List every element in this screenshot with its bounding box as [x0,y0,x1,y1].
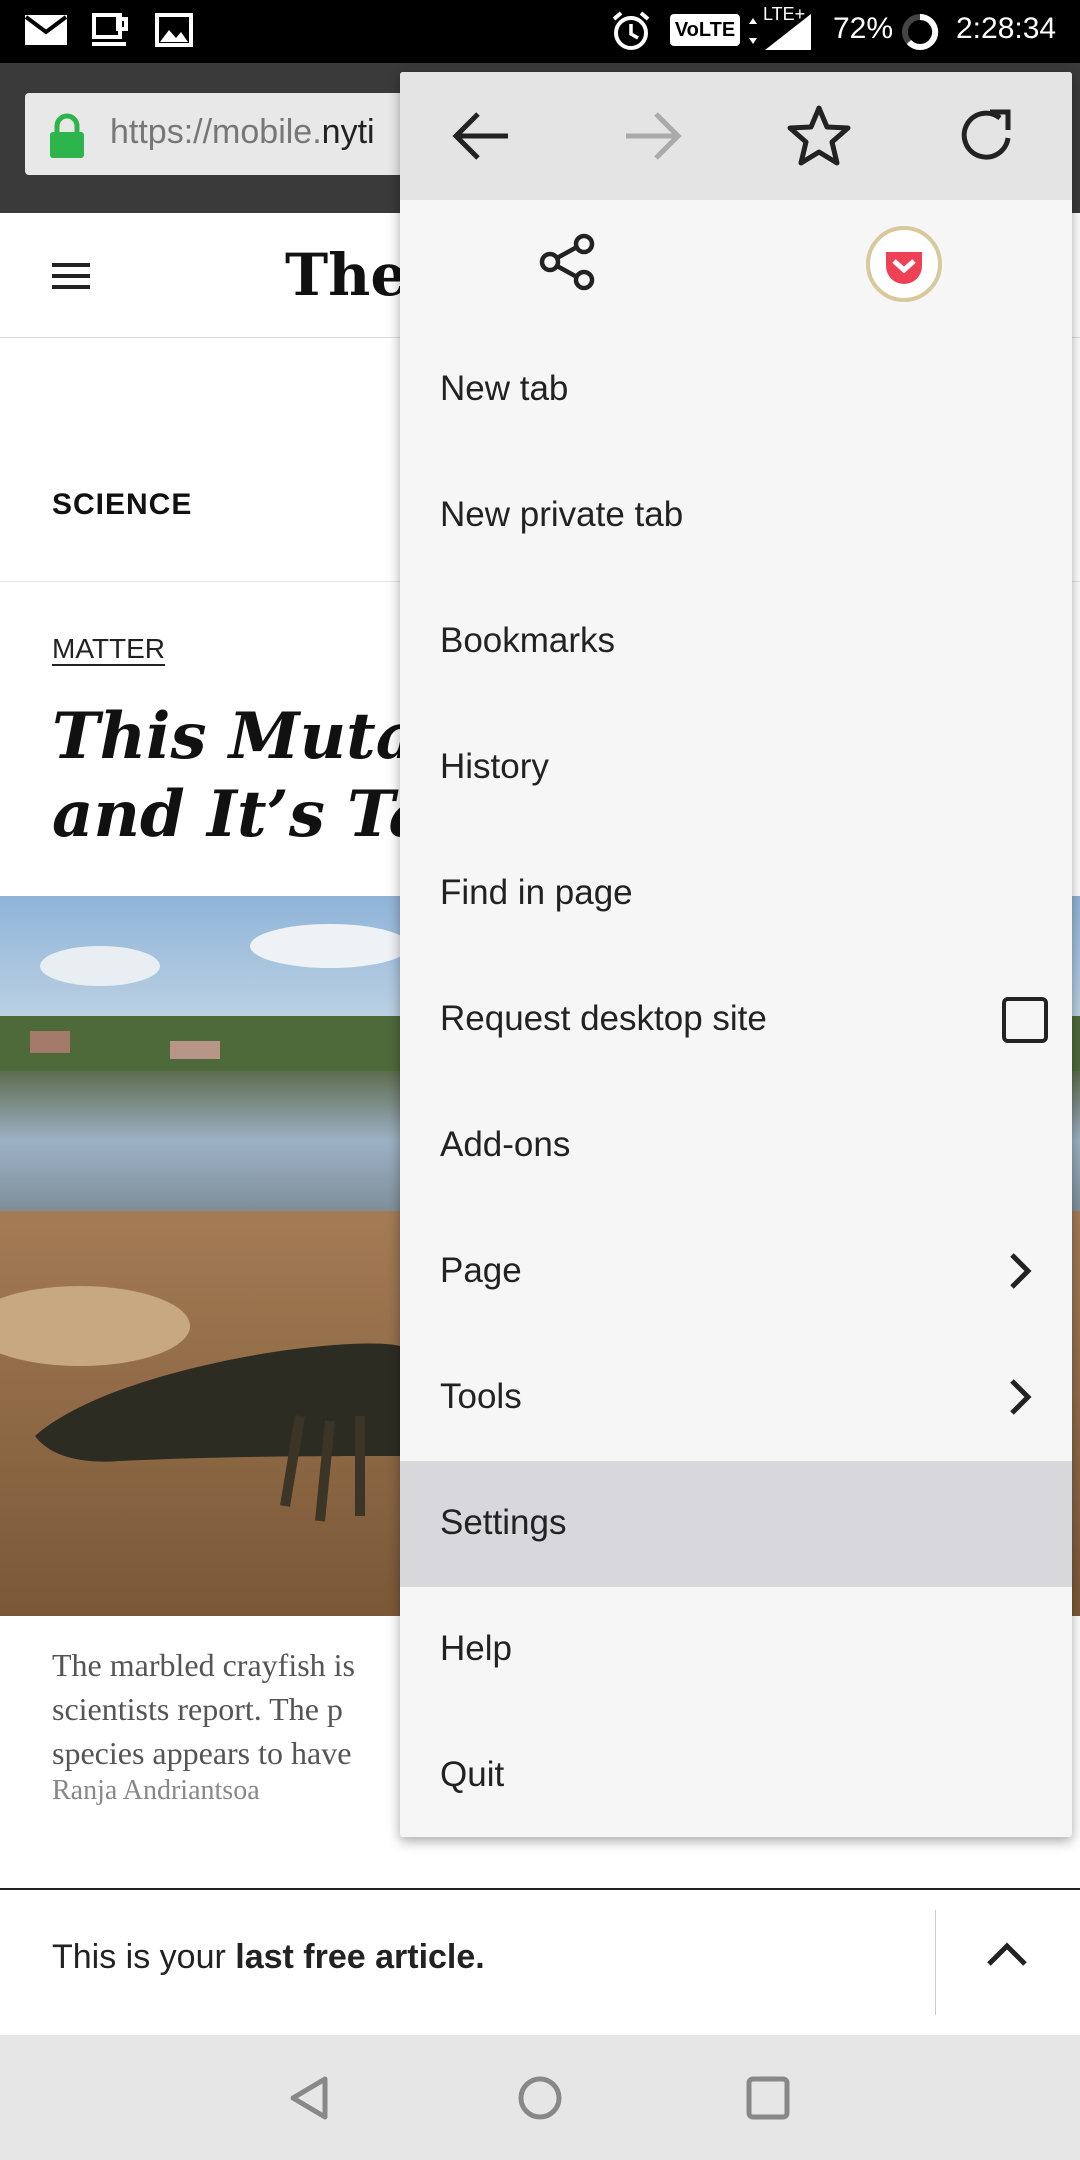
menu-item-label: Add-ons [440,1125,571,1164]
url-bar[interactable]: https://mobile.nyti [25,93,465,175]
browser-overflow-menu: New tab New private tab Bookmarks Histor… [400,72,1072,1837]
article-kicker[interactable]: MATTER [52,633,165,665]
chevron-right-icon [1010,1379,1032,1415]
menu-item-label: History [440,747,549,786]
menu-item-request-desktop-site[interactable]: Request desktop site [400,957,1072,1083]
menu-item-label: Settings [440,1503,567,1542]
clock: 2:28:34 [956,12,1057,45]
menu-item-label: Help [440,1629,512,1668]
photo-credit: Ranja Andriantsoa [52,1775,260,1806]
system-nav-bar [0,2035,1080,2160]
menu-item-label: Page [440,1251,522,1290]
bookmark-star-icon[interactable] [786,104,852,168]
volte-label: VoLTE [674,19,736,41]
battery-ring-icon [902,13,939,50]
recents-nav-icon[interactable] [745,2073,791,2123]
email-icon [24,15,68,45]
menu-item-label: New private tab [440,495,684,534]
alarm-icon [612,11,650,50]
paywall-text-prefix: This is your [52,1938,236,1976]
menu-item-label: Tools [440,1377,522,1416]
menu-toolbar [400,72,1072,200]
share-icon[interactable] [538,232,598,292]
lte-label: LTE+ [763,4,806,24]
menu-item-new-private-tab[interactable]: New private tab [400,453,1072,579]
volte-badge: VoLTE [670,14,740,46]
hamburger-menu-icon[interactable] [52,263,90,296]
menu-item-add-ons[interactable]: Add-ons [400,1083,1072,1209]
menu-item-bookmarks[interactable]: Bookmarks [400,579,1072,705]
menu-item-quit[interactable]: Quit [400,1713,1072,1837]
menu-item-label: Quit [440,1755,505,1794]
menu-item-help[interactable]: Help [400,1587,1072,1713]
menu-item-tools[interactable]: Tools [400,1335,1072,1461]
chevron-up-icon[interactable] [985,1940,1029,1970]
menu-item-label: Bookmarks [440,621,616,660]
paywall-banner[interactable]: This is your last free article. [0,1888,1080,2035]
status-bar: VoLTE LTE+ 72% 2:28:34 [0,0,1080,63]
desktop-site-checkbox[interactable] [1002,997,1048,1043]
menu-item-settings[interactable]: Settings [400,1461,1072,1587]
battery-percent: 72% [833,12,894,45]
lock-icon [50,113,84,158]
paywall-separator [935,1910,936,2015]
back-nav-icon[interactable] [285,2073,331,2123]
paywall-text: This is your last free article. [52,1938,485,1977]
menu-item-page[interactable]: Page [400,1209,1072,1335]
menu-item-label: Find in page [440,873,633,912]
section-label[interactable]: SCIENCE [52,488,192,522]
paywall-text-bold: last free article. [235,1938,485,1976]
url-text: https://mobile.nyti [110,113,450,152]
forward-arrow-icon[interactable] [622,110,684,162]
menu-item-label: New tab [440,369,569,408]
url-host: nyti [321,113,375,151]
image-icon [155,13,193,47]
chevron-right-icon [1010,1253,1032,1289]
url-prefix: https://mobile. [110,113,322,151]
menu-item-find-in-page[interactable]: Find in page [400,831,1072,957]
menu-item-new-tab[interactable]: New tab [400,327,1072,453]
reload-icon[interactable] [956,106,1018,166]
back-arrow-icon[interactable] [450,110,512,162]
menu-item-label: Request desktop site [440,999,767,1038]
home-nav-icon[interactable] [515,2073,565,2123]
coffee-icon [92,13,128,46]
menu-item-history[interactable]: History [400,705,1072,831]
pocket-icon[interactable] [864,224,944,304]
